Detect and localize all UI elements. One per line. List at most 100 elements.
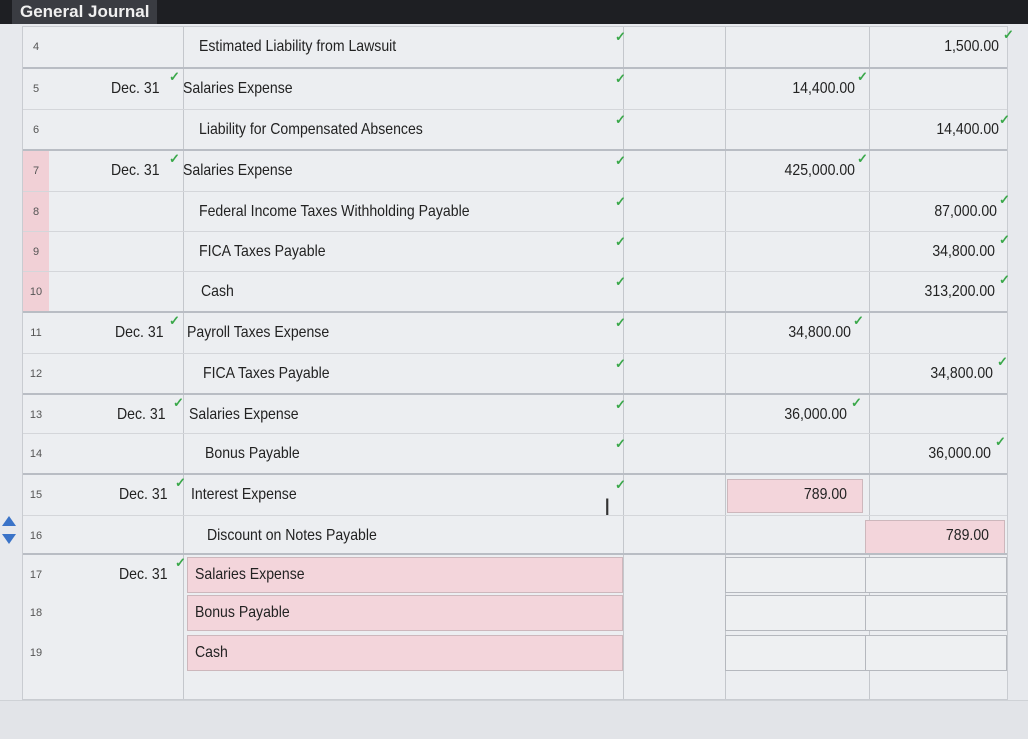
check-icon: ✓ <box>995 434 1006 449</box>
credit-amount[interactable]: 14,400.00 <box>893 110 999 150</box>
row-number: 14 <box>29 448 43 460</box>
check-icon: ✓ <box>173 395 184 410</box>
table-row: 8 Federal Income Taxes Withholding Payab… <box>23 191 1010 232</box>
table-row: 5 Dec. 31 ✓ Salaries Expense ✓ 14,400.00… <box>23 67 1007 109</box>
account-title[interactable]: Payroll Taxes Expense <box>187 313 329 353</box>
check-icon: ✓ <box>1003 27 1014 42</box>
arrow-up-icon[interactable] <box>2 516 16 526</box>
debit-amount[interactable]: 14,400.00 <box>749 69 855 109</box>
account-title[interactable]: FICA Taxes Payable <box>199 232 326 272</box>
table-row: 17 Dec. 31 ✓ Salaries Expense <box>23 553 1007 595</box>
check-icon: ✓ <box>999 272 1010 287</box>
check-icon: ✓ <box>615 153 626 168</box>
credit-input[interactable] <box>865 557 1007 593</box>
check-icon: ✓ <box>615 315 626 330</box>
debit-amount[interactable]: 789.00 <box>741 475 847 515</box>
account-title[interactable]: Discount on Notes Payable <box>207 516 377 556</box>
entry-date[interactable]: Dec. 31 <box>111 69 160 109</box>
account-title[interactable]: Estimated Liability from Lawsuit <box>199 27 396 67</box>
credit-amount[interactable]: 789.00 <box>883 516 989 556</box>
row-number: 5 <box>32 83 40 95</box>
debit-input[interactable] <box>725 595 867 631</box>
title-bar: General Journal <box>0 0 1028 24</box>
row-number: 12 <box>29 368 43 380</box>
entry-date[interactable]: Dec. 31 <box>117 395 166 435</box>
text-cursor-icon: I <box>604 496 611 521</box>
account-title[interactable]: Cash <box>201 272 234 312</box>
check-icon: ✓ <box>615 274 626 289</box>
table-row: 19 Cash <box>23 633 1007 673</box>
row-number: 9 <box>23 232 49 272</box>
entry-date[interactable]: Dec. 31 <box>119 475 168 515</box>
check-icon: ✓ <box>857 69 868 84</box>
credit-amount[interactable]: 34,800.00 <box>889 232 995 272</box>
check-icon: ✓ <box>999 232 1010 247</box>
credit-input[interactable] <box>865 595 1007 631</box>
table-row: 4 Estimated Liability from Lawsuit ✓ 1,5… <box>23 27 1014 67</box>
row-number: 11 <box>30 327 42 339</box>
table-row: 6 Liability for Compensated Absences ✓ 1… <box>23 109 1010 150</box>
row-number: 19 <box>29 647 43 659</box>
account-title[interactable]: Salaries Expense <box>189 395 299 435</box>
row-number: 13 <box>29 409 43 421</box>
account-input[interactable] <box>187 635 623 671</box>
general-journal-table: 4 Estimated Liability from Lawsuit ✓ 1,5… <box>22 26 1014 700</box>
check-icon: ✓ <box>175 555 186 570</box>
account-title[interactable]: FICA Taxes Payable <box>203 354 330 394</box>
account-title[interactable]: Salaries Expense <box>195 555 305 595</box>
check-icon: ✓ <box>857 151 868 166</box>
account-title[interactable]: Bonus Payable <box>195 593 290 633</box>
credit-amount[interactable]: 313,200.00 <box>889 272 995 312</box>
check-icon: ✓ <box>615 436 626 451</box>
table-row: 18 Bonus Payable <box>23 593 1007 633</box>
check-icon: ✓ <box>615 477 626 492</box>
table-row: 7 Dec. 31 ✓ Salaries Expense ✓ 425,000.0… <box>23 149 1007 191</box>
check-icon: ✓ <box>997 354 1008 369</box>
account-title[interactable]: Salaries Expense <box>183 151 293 191</box>
row-number: 17 <box>29 569 43 581</box>
account-title[interactable]: Cash <box>195 633 228 673</box>
table-row: 11 Dec. 31 ✓ Payroll Taxes Expense ✓ 34,… <box>23 311 1007 353</box>
row-number: 8 <box>23 192 49 232</box>
debit-amount[interactable]: 36,000.00 <box>741 395 847 435</box>
row-number: 16 <box>29 530 43 542</box>
debit-amount[interactable]: 34,800.00 <box>745 313 851 353</box>
table-row: 16 Discount on Notes Payable 789.00 <box>23 515 1007 556</box>
account-title[interactable]: Liability for Compensated Absences <box>199 110 423 150</box>
row-number: 18 <box>29 607 43 619</box>
debit-input[interactable] <box>725 635 867 671</box>
entry-date[interactable]: Dec. 31 <box>111 151 160 191</box>
row-number: 4 <box>32 41 40 53</box>
table-row: 15 Dec. 31 ✓ Interest Expense ✓ 789.00 <box>23 473 1007 515</box>
bottom-panel <box>0 700 1028 739</box>
account-title[interactable]: Interest Expense <box>191 475 297 515</box>
debit-amount[interactable]: 425,000.00 <box>749 151 855 191</box>
table-row: 12 FICA Taxes Payable ✓ 34,800.00 ✓ <box>23 353 1008 394</box>
credit-input[interactable] <box>865 635 1007 671</box>
check-icon: ✓ <box>999 192 1010 207</box>
credit-amount[interactable]: 34,800.00 <box>887 354 993 394</box>
credit-amount[interactable]: 1,500.00 <box>893 27 999 67</box>
check-icon: ✓ <box>999 112 1010 127</box>
account-title[interactable]: Salaries Expense <box>183 69 293 109</box>
check-icon: ✓ <box>169 313 180 328</box>
check-icon: ✓ <box>853 313 864 328</box>
arrow-down-icon[interactable] <box>2 534 16 544</box>
check-icon: ✓ <box>615 194 626 209</box>
row-resize-handle[interactable] <box>2 516 16 550</box>
entry-date[interactable]: Dec. 31 <box>115 313 164 353</box>
check-icon: ✓ <box>615 29 626 44</box>
check-icon: ✓ <box>615 356 626 371</box>
debit-input[interactable] <box>725 557 867 593</box>
credit-amount[interactable]: 36,000.00 <box>885 434 991 474</box>
table-row: 9 FICA Taxes Payable ✓ 34,800.00 ✓ <box>23 231 1010 272</box>
check-icon: ✓ <box>175 475 186 490</box>
table-row: 10 Cash ✓ 313,200.00 ✓ <box>23 271 1010 312</box>
window-title: General Journal <box>12 0 158 24</box>
account-title[interactable]: Bonus Payable <box>205 434 300 474</box>
check-icon: ✓ <box>169 69 180 84</box>
credit-amount[interactable]: 87,000.00 <box>891 192 997 232</box>
row-number: 15 <box>29 489 43 501</box>
account-title[interactable]: Federal Income Taxes Withholding Payable <box>199 192 470 232</box>
entry-date[interactable]: Dec. 31 <box>119 555 168 595</box>
